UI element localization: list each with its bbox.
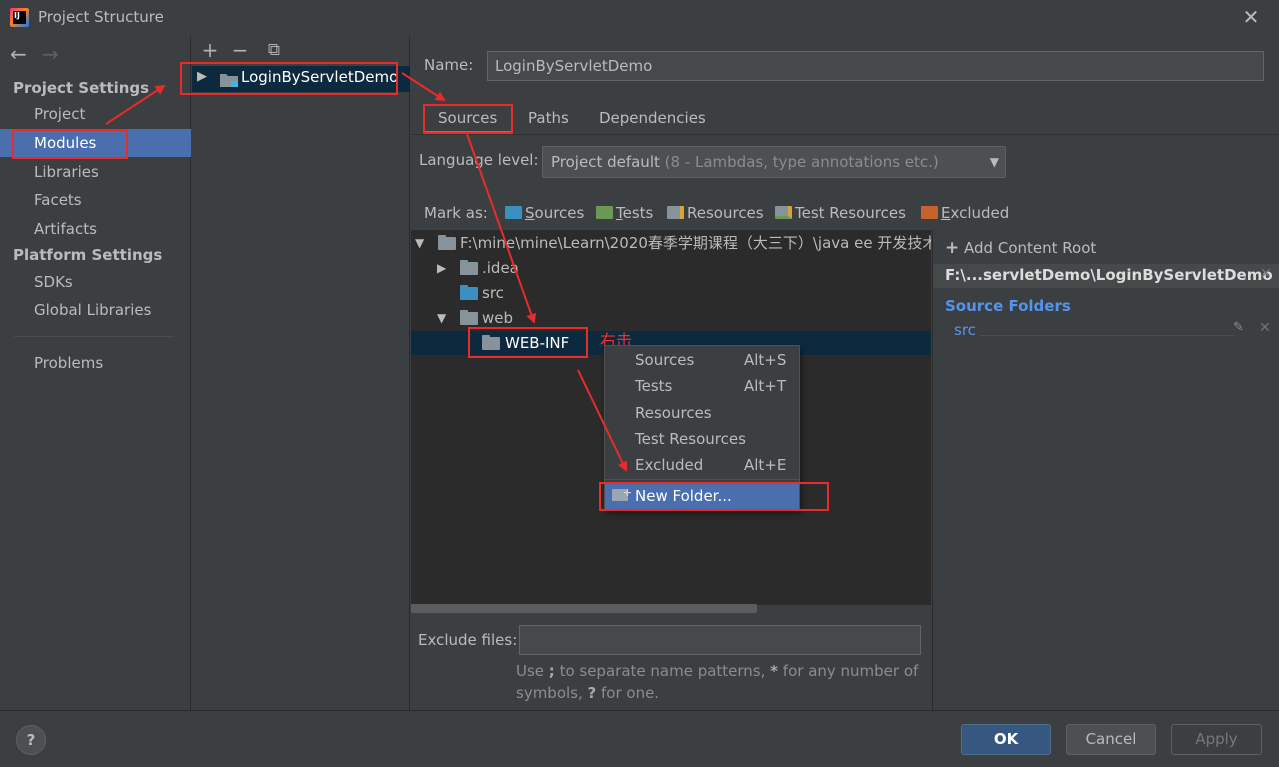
content-root-panel: + Add Content Root F:\...servletDemo\Log… (932, 230, 1279, 710)
name-label: Name: (424, 56, 474, 74)
forward-arrow-icon[interactable]: → (42, 42, 59, 66)
remove-module-icon[interactable]: − (230, 38, 250, 62)
resources-folder-icon (667, 206, 684, 219)
dialog-footer: ? OK Cancel Apply (0, 710, 1279, 767)
sidebar-item-modules[interactable]: Modules (0, 129, 191, 157)
content-root-header: F:\...servletDemo\LoginByServletDemo ✕ (933, 264, 1279, 288)
back-arrow-icon[interactable]: ← (10, 42, 27, 66)
plus-icon: + (945, 238, 960, 258)
sidebar-item-project[interactable]: Project (0, 100, 191, 128)
mark-as-label: Mark as: (424, 204, 488, 222)
help-button[interactable]: ? (16, 725, 46, 755)
sidebar-divider (14, 336, 174, 337)
module-name-label: LoginByServletDemo (241, 68, 399, 86)
new-folder-icon (612, 480, 632, 506)
language-level-detail: (8 - Lambdas, type annotations etc.) (664, 153, 939, 171)
tree-row-src[interactable]: src (411, 281, 931, 305)
add-module-icon[interactable]: + (200, 38, 220, 62)
tree-label-web: web (482, 309, 514, 327)
expand-arrow-icon[interactable]: ▶ (437, 256, 446, 280)
tree-root-path: F:\mine\mine\Learn\2020春季学期课程（大三下）\java … (460, 234, 931, 252)
apply-button[interactable]: Apply (1171, 724, 1262, 755)
tree-label-src: src (482, 284, 504, 302)
module-row[interactable]: ▶ LoginByServletDemo (192, 66, 410, 92)
module-list-panel: + − ⧉ ▶ LoginByServletDemo (192, 36, 410, 710)
tree-row-root[interactable]: ▼ F:\mine\mine\Learn\2020春季学期课程（大三下）\jav… (411, 231, 931, 255)
menu-item-sources[interactable]: Sources Alt+S (605, 347, 799, 373)
close-icon[interactable]: ✕ (1240, 5, 1262, 29)
copy-module-icon[interactable]: ⧉ (264, 40, 284, 60)
sources-folder-icon (505, 206, 522, 219)
sidebar-item-libraries[interactable]: Libraries (0, 158, 191, 186)
settings-sidebar: ← → Project Settings Project Modules Lib… (0, 36, 191, 710)
context-menu: Sources Alt+S Tests Alt+T Resources Test R… (604, 345, 800, 511)
remove-content-root-icon[interactable]: ✕ (1260, 266, 1272, 282)
tab-dependencies[interactable]: Dependencies (585, 104, 720, 134)
tree-row-web[interactable]: ▼ web (411, 306, 931, 330)
module-name-input[interactable]: LoginByServletDemo (487, 51, 1264, 81)
language-level-value: Project default (551, 153, 660, 171)
tree-row-idea[interactable]: ▶ .idea (411, 256, 931, 280)
mark-as-sources-button[interactable]: Sources (505, 204, 584, 222)
menu-item-new-folder[interactable]: New Folder... (605, 480, 799, 509)
folder-icon (482, 335, 500, 350)
folder-icon (460, 310, 478, 325)
dotted-leader (981, 335, 1234, 336)
edit-pencil-icon[interactable]: ✎ (1233, 320, 1244, 335)
test-resources-folder-icon (775, 206, 792, 219)
tests-folder-icon (596, 206, 613, 219)
tree-label-web-inf: WEB-INF (505, 334, 570, 352)
menu-item-resources[interactable]: Resources (605, 400, 799, 426)
mark-as-resources-button[interactable]: Resources (667, 204, 764, 222)
mark-as-test-resources-button[interactable]: Test Resources (775, 204, 906, 222)
source-folders-title: Source Folders (945, 297, 1071, 315)
tab-paths[interactable]: Paths (514, 104, 583, 134)
collapse-arrow-icon[interactable]: ▼ (437, 306, 446, 330)
exclude-files-input[interactable] (519, 625, 921, 655)
exclude-files-label: Exclude files: (418, 631, 518, 649)
sidebar-item-problems[interactable]: Problems (0, 349, 191, 377)
collapse-arrow-icon[interactable]: ▼ (415, 231, 424, 255)
tab-sources[interactable]: Sources (424, 104, 512, 134)
sidebar-item-global-libraries[interactable]: Global Libraries (0, 296, 191, 324)
tree-label-idea: .idea (482, 259, 519, 277)
mark-as-excluded-button[interactable]: Excluded (921, 204, 1009, 222)
platform-settings-heading: Platform Settings (13, 246, 163, 264)
mark-as-tests-button[interactable]: Tests (596, 204, 653, 222)
exclude-hint: Use ; to separate name patterns, * for a… (516, 662, 919, 702)
language-level-label: Language level: (419, 151, 539, 169)
menu-item-excluded[interactable]: Excluded Alt+E (605, 452, 799, 478)
project-settings-heading: Project Settings (13, 79, 150, 97)
cancel-button[interactable]: Cancel (1066, 724, 1156, 755)
source-folder-icon (460, 285, 478, 300)
remove-source-folder-icon[interactable]: ✕ (1259, 320, 1271, 336)
module-folder-icon (220, 74, 238, 87)
intellij-app-icon: IJ (10, 8, 29, 27)
menu-item-tests[interactable]: Tests Alt+T (605, 373, 799, 399)
folder-icon (460, 260, 478, 275)
sidebar-item-artifacts[interactable]: Artifacts (0, 215, 191, 243)
content-root-path: F:\...servletDemo\LoginByServletDemo (945, 266, 1273, 284)
sidebar-item-sdks[interactable]: SDKs (0, 268, 191, 296)
chevron-down-icon: ▼ (989, 155, 999, 169)
excluded-folder-icon (921, 206, 938, 219)
menu-separator (605, 479, 799, 480)
add-content-root-button[interactable]: + Add Content Root (945, 238, 1096, 258)
title-bar: IJ Project Structure ✕ (0, 0, 1279, 36)
window-title: Project Structure (38, 8, 164, 26)
language-level-select[interactable]: Project default (8 - Lambdas, type annot… (542, 146, 1006, 178)
tabs-divider (411, 134, 1279, 135)
ok-button[interactable]: OK (961, 724, 1051, 755)
source-folder-item[interactable]: src (954, 321, 976, 339)
tree-horizontal-scrollbar[interactable] (411, 604, 757, 613)
expand-arrow-icon[interactable]: ▶ (197, 69, 207, 84)
menu-item-test-resources[interactable]: Test Resources (605, 426, 799, 452)
sidebar-item-facets[interactable]: Facets (0, 186, 191, 214)
folder-icon (438, 235, 456, 250)
